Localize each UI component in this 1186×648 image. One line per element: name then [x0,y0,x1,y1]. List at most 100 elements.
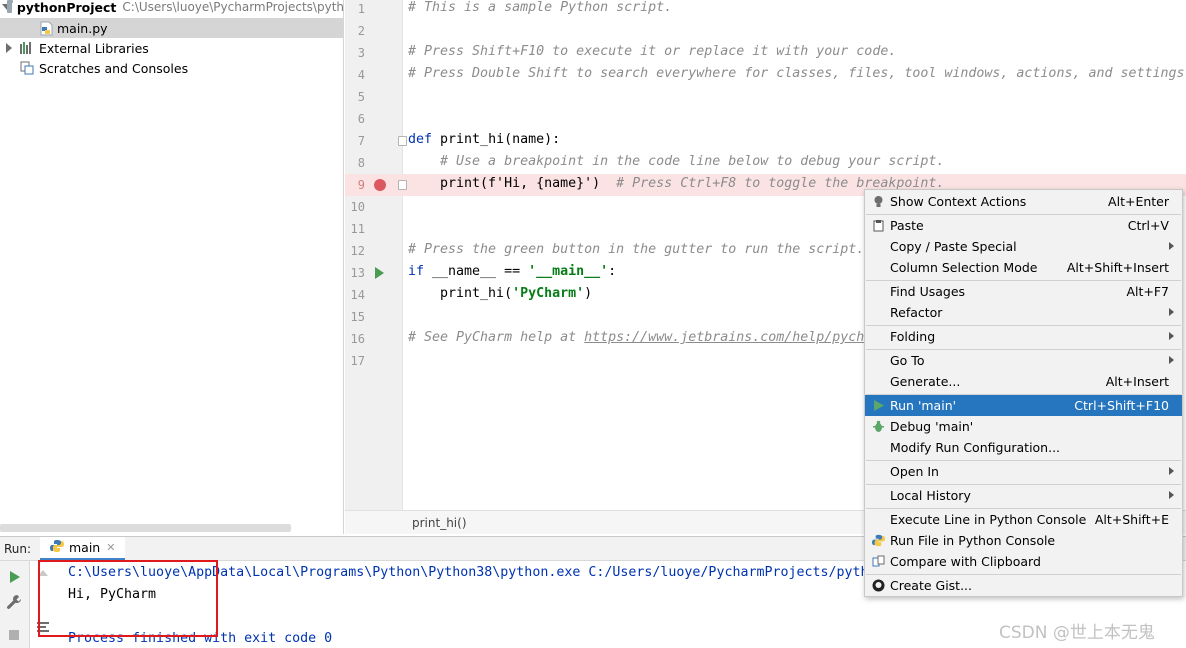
menu-label: Debug 'main' [890,419,974,434]
horizontal-scrollbar[interactable] [0,524,291,532]
folder-icon [6,0,13,13]
menu-shortcut: Alt+Shift+Insert [1066,260,1169,275]
menu-item-copy-paste-special[interactable]: Copy / Paste Special [865,236,1182,257]
menu-item-create-gist[interactable]: Create Gist... [865,575,1182,596]
menu-item-refactor[interactable]: Refactor [865,302,1182,323]
tree-file-label: main.py [57,20,108,36]
python-icon [50,539,64,556]
menu-item-local-history[interactable]: Local History [865,485,1182,506]
line-number: 15 [350,310,365,324]
menu-item-column-selection-mode[interactable]: Column Selection Mode Alt+Shift+Insert [865,257,1182,278]
code-line[interactable]: 7 def print_hi(name): [345,130,1186,152]
code-line[interactable]: 3 # Press Shift+F10 to execute it or rep… [345,42,1186,64]
menu-label: Generate... [890,374,961,389]
line-number: 8 [357,156,365,170]
breakpoint-icon[interactable] [374,179,386,191]
menu-item-go-to[interactable]: Go To [865,350,1182,371]
menu-item-compare-with-clipboard[interactable]: Compare with Clipboard [865,551,1182,572]
menu-shortcut: Alt+Enter [1108,194,1169,209]
menu-shortcut: Ctrl+V [1127,218,1169,233]
menu-item-generate[interactable]: Generate... Alt+Insert [865,371,1182,392]
chevron-down-icon[interactable] [1,2,15,12]
menu-item-debug-main[interactable]: Debug 'main' [865,416,1182,437]
menu-label: Open In [890,464,939,479]
menu-label: Go To [890,353,925,368]
annotation-highlight-box [38,560,218,637]
line-number: 12 [350,244,365,258]
menu-label: Column Selection Mode [890,260,1038,275]
menu-item-execute-line-in-console[interactable]: Execute Line in Python Console Alt+Shift… [865,509,1182,530]
menu-label: Run 'main' [890,398,957,413]
code-line[interactable]: 2 [345,20,1186,42]
code-comment: # Press the green button in the gutter t… [408,242,865,257]
line-number: 5 [357,90,365,104]
menu-item-open-in[interactable]: Open In [865,461,1182,482]
breadcrumb-item[interactable]: print_hi() [412,516,467,530]
code-comment: # See PyCharm help at [408,330,585,345]
menu-item-folding[interactable]: Folding [865,326,1182,347]
menu-item-show-context-actions[interactable]: Show Context Actions Alt+Enter [865,191,1182,212]
submenu-arrow-icon [1169,332,1174,340]
run-tab-label: main [69,540,101,555]
code-string: '__main__' [528,264,609,279]
fold-toggle-icon[interactable] [398,136,407,146]
run-icon [872,399,885,412]
stop-icon[interactable] [6,627,22,643]
menu-shortcut: Ctrl+Shift+F10 [1074,398,1169,413]
code-text: print_hi(name): [432,132,561,147]
menu-item-paste[interactable]: Paste Ctrl+V [865,215,1182,236]
run-gutter-icon[interactable] [375,267,384,279]
code-line[interactable]: 8 # Use a breakpoint in the code line be… [345,152,1186,174]
run-toolbar [0,561,30,648]
code-comment: # Use a breakpoint in the code line belo… [408,154,945,169]
compare-icon [872,555,885,568]
python-file-icon [40,21,53,36]
help-link[interactable]: https://www.jetbrains.com/help/pych [584,330,864,345]
menu-label: Modify Run Configuration... [890,440,1061,455]
wrench-icon[interactable] [6,594,22,610]
menu-item-modify-run-configuration[interactable]: Modify Run Configuration... [865,437,1182,458]
python-icon [872,534,885,547]
menu-item-run-main[interactable]: Run 'main' Ctrl+Shift+F10 [865,395,1182,416]
line-number: 1 [357,2,365,16]
menu-label: Run File in Python Console [890,533,1056,548]
code-keyword: if [408,264,425,279]
close-icon[interactable]: ✕ [106,541,115,554]
library-icon [20,42,34,54]
menu-label: Copy / Paste Special [890,239,1017,254]
tree-item-project-root[interactable]: pythonProject C:\Users\luoye\PycharmProj… [0,0,344,17]
code-line[interactable]: 1 # This is a sample Python script. [345,0,1186,20]
debug-icon [872,420,885,433]
submenu-arrow-icon [1169,491,1174,499]
fold-toggle-icon[interactable] [398,180,407,190]
code-line[interactable]: 6 [345,108,1186,130]
tree-item-external-libraries[interactable]: External Libraries [0,38,343,58]
tree-item-main-py[interactable]: main.py [0,18,343,38]
submenu-arrow-icon [1169,242,1174,250]
code-text: __name__ == [424,264,529,279]
rerun-icon[interactable] [6,569,22,585]
line-number: 3 [357,46,365,60]
menu-label: Execute Line in Python Console [890,512,1087,527]
menu-item-run-file-in-console[interactable]: Run File in Python Console [865,530,1182,551]
line-number: 13 [350,266,365,280]
scratches-icon [20,61,34,75]
menu-item-find-usages[interactable]: Find Usages Alt+F7 [865,281,1182,302]
chevron-right-icon[interactable] [4,43,14,53]
tree-item-scratches[interactable]: Scratches and Consoles [0,58,343,78]
line-number: 10 [350,200,365,214]
code-line[interactable]: 4 # Press Double Shift to search everywh… [345,64,1186,86]
menu-label: Local History [890,488,971,503]
menu-shortcut: Alt+F7 [1126,284,1169,299]
menu-label: Create Gist... [890,578,973,593]
code-line[interactable]: 5 [345,86,1186,108]
code-keyword: def [408,132,433,147]
code-text: : [608,264,617,279]
project-root-path: C:\Users\luoye\PycharmProjects\pyth [122,0,344,14]
menu-label: Refactor [890,305,943,320]
run-tab-main[interactable]: main ✕ [40,537,126,561]
code-comment: # Press Shift+F10 to execute it or repla… [408,44,897,59]
menu-label: Folding [890,329,936,344]
code-text: print(f'Hi, {name}') [408,176,601,191]
tree-label-external-libraries: External Libraries [39,40,149,56]
